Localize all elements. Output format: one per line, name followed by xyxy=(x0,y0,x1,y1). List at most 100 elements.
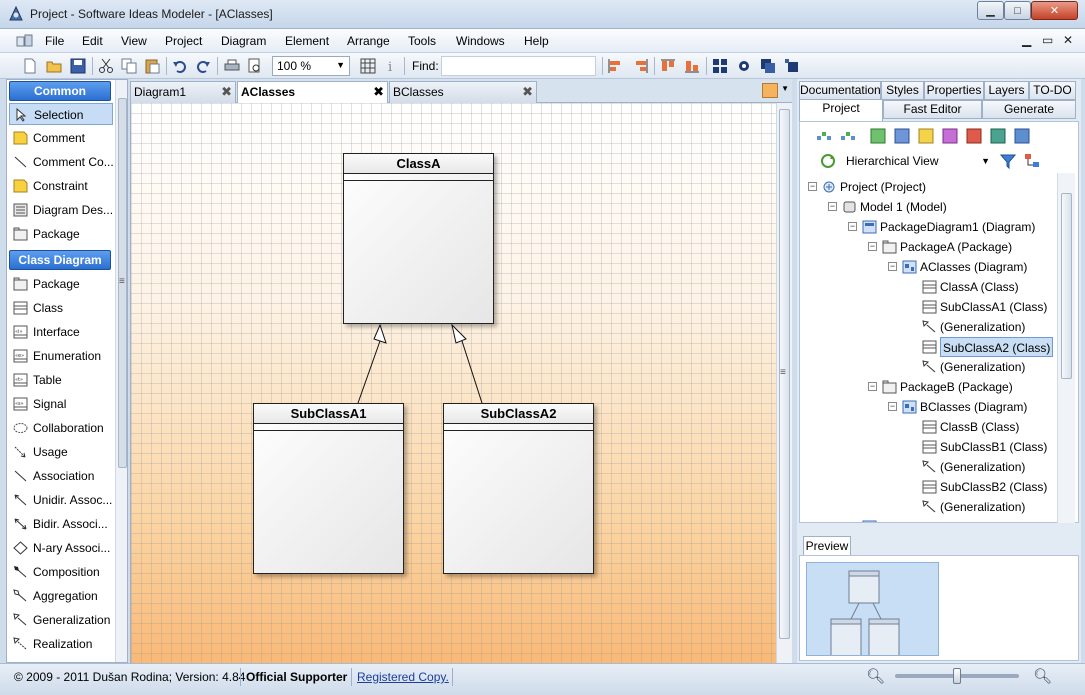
uml-class-subclassa2[interactable]: SubClassA2 xyxy=(443,403,594,574)
tool-realization[interactable]: Realization xyxy=(9,633,113,655)
tool-aggregation[interactable]: Aggregation xyxy=(9,585,113,607)
document-menu-icon[interactable] xyxy=(16,34,34,48)
tree-expander-icon[interactable]: − xyxy=(850,522,855,523)
preview-panel[interactable] xyxy=(799,555,1079,661)
menu-arrange[interactable]: Arrange xyxy=(347,34,390,48)
tree-item[interactable]: (Generalization) xyxy=(800,317,1056,337)
tree-item[interactable]: SubClassA2 (Class) xyxy=(800,337,1056,357)
zoom-out-icon[interactable]: 🔍︎ xyxy=(866,667,885,685)
add-package-icon[interactable] xyxy=(918,128,934,144)
collapse-all-icon[interactable] xyxy=(840,128,856,144)
tree-item[interactable]: − PackageDiagram1 (Diagram) xyxy=(800,217,1056,237)
tool-composition[interactable]: Composition xyxy=(9,561,113,583)
tree-expander-icon[interactable]: − xyxy=(828,202,837,211)
tree-expander-icon[interactable]: − xyxy=(888,402,897,411)
save-icon[interactable] xyxy=(70,58,86,74)
align-top-icon[interactable] xyxy=(660,58,676,74)
maximize-button[interactable]: □ xyxy=(1004,1,1031,20)
layers-icon[interactable] xyxy=(760,58,776,74)
hierarchy-options-icon[interactable] xyxy=(1024,153,1040,169)
close-tab-icon[interactable]: ✖ xyxy=(522,84,533,100)
undo-icon[interactable] xyxy=(172,58,188,74)
new-icon[interactable] xyxy=(22,58,38,74)
tab-bclasses[interactable]: BClasses ✖ xyxy=(389,81,537,103)
tool-table[interactable]: «t» Table xyxy=(9,369,113,391)
tree-expander-icon[interactable]: − xyxy=(848,222,857,231)
align-right-icon[interactable] xyxy=(632,58,648,74)
find-input[interactable] xyxy=(441,56,596,76)
tree-item[interactable]: SubClassB1 (Class) xyxy=(800,437,1056,457)
preview-viewport[interactable] xyxy=(806,562,939,656)
diagram-canvas[interactable]: ClassA SubClassA1 SubClassA2 xyxy=(130,103,776,663)
filter-icon[interactable] xyxy=(1000,153,1016,169)
zoom-slider-thumb[interactable] xyxy=(953,668,961,684)
canvas-scrollbar[interactable]: ≡ xyxy=(776,103,792,663)
tool-package-common[interactable]: Package xyxy=(9,223,113,245)
tab-properties[interactable]: Properties xyxy=(924,81,984,100)
tree-item[interactable]: (Generalization) xyxy=(800,497,1056,517)
add-diagram-icon[interactable] xyxy=(894,128,910,144)
menu-tools[interactable]: Tools xyxy=(408,34,436,48)
tab-documentation[interactable]: Documentation xyxy=(799,81,881,100)
tool-generalization[interactable]: Generalization xyxy=(9,609,113,631)
menu-edit[interactable]: Edit xyxy=(82,34,103,48)
tree-item[interactable]: ClassB (Class) xyxy=(800,417,1056,437)
registered-copy-link[interactable]: Registered Copy. xyxy=(357,670,449,684)
menu-file[interactable]: File xyxy=(45,34,64,48)
tree-item[interactable]: − BClasses (Diagram) xyxy=(800,397,1056,417)
tree-item[interactable]: − PackageA (Package) xyxy=(800,237,1056,257)
layout-grid-icon[interactable] xyxy=(712,58,728,74)
add-element-icon[interactable] xyxy=(942,128,958,144)
redo-icon[interactable] xyxy=(195,58,211,74)
chevron-down-icon[interactable]: ▼ xyxy=(781,84,789,93)
expand-all-icon[interactable] xyxy=(816,128,832,144)
tool-class[interactable]: Class xyxy=(9,297,113,319)
toolbox-group-class-diagram[interactable]: Class Diagram xyxy=(9,250,111,270)
copy-icon[interactable] xyxy=(121,58,137,74)
tree-scroll-thumb[interactable] xyxy=(1061,193,1072,379)
zoom-select[interactable]: 100 % ▼ xyxy=(272,56,350,76)
close-button[interactable]: ✕ xyxy=(1031,1,1078,20)
cut-icon[interactable] xyxy=(98,58,114,74)
tab-layers[interactable]: Layers xyxy=(984,81,1029,100)
tool-collaboration[interactable]: Collaboration xyxy=(9,417,113,439)
tree-item[interactable]: − AClasses (Diagram) xyxy=(800,257,1056,277)
toolbox-scrollbar[interactable]: ≡ xyxy=(115,80,127,662)
view-mode-select[interactable]: Hierarchical View ▼ xyxy=(842,151,994,171)
tool-signal[interactable]: «s» Signal xyxy=(9,393,113,415)
tree-expander-icon[interactable]: − xyxy=(868,382,877,391)
tab-generate[interactable]: Generate xyxy=(982,100,1076,119)
align-bottom-icon[interactable] xyxy=(684,58,700,74)
tab-todo[interactable]: TO-DO xyxy=(1029,81,1076,100)
open-icon[interactable] xyxy=(46,58,62,74)
print-icon[interactable] xyxy=(224,58,240,74)
tree-item[interactable]: SubClassA1 (Class) xyxy=(800,297,1056,317)
uml-class-classa[interactable]: ClassA xyxy=(343,153,494,324)
tree-item[interactable]: (Generalization) xyxy=(800,457,1056,477)
print-preview-icon[interactable] xyxy=(247,58,263,74)
minimize-button[interactable]: ▁ xyxy=(977,1,1004,20)
menu-element[interactable]: Element xyxy=(285,34,329,48)
close-tab-icon[interactable]: ✖ xyxy=(221,84,232,100)
tab-preview[interactable]: Preview xyxy=(803,536,851,556)
sync-icon[interactable] xyxy=(820,153,836,169)
toolbox-group-common[interactable]: Common xyxy=(9,81,111,101)
settings-gear-icon[interactable] xyxy=(736,58,752,74)
uml-class-subclassa1[interactable]: SubClassA1 xyxy=(253,403,404,574)
tree-expander-icon[interactable]: − xyxy=(868,242,877,251)
tool-usage[interactable]: Usage xyxy=(9,441,113,463)
info-icon[interactable]: i xyxy=(383,58,399,74)
tool-nary-association[interactable]: N-ary Associ... xyxy=(9,537,113,559)
tab-diagram1[interactable]: Diagram1 ✖ xyxy=(130,81,236,103)
tree-expander-icon[interactable]: − xyxy=(808,182,817,191)
tab-fast-editor[interactable]: Fast Editor xyxy=(883,100,982,119)
tree-item[interactable]: SubClassB2 (Class) xyxy=(800,477,1056,497)
tree-item[interactable]: − PackageB (Package) xyxy=(800,377,1056,397)
grid-icon[interactable] xyxy=(360,58,376,74)
mdi-minimize-button[interactable]: ▁ xyxy=(1022,33,1031,47)
tool-comment-connector[interactable]: Comment Co... xyxy=(9,151,113,173)
tab-project[interactable]: Project xyxy=(799,99,883,121)
move-icon[interactable] xyxy=(784,58,800,74)
tree-item[interactable]: − AClasses (Diagram) xyxy=(800,517,1056,523)
tool-enumeration[interactable]: «e» Enumeration xyxy=(9,345,113,367)
